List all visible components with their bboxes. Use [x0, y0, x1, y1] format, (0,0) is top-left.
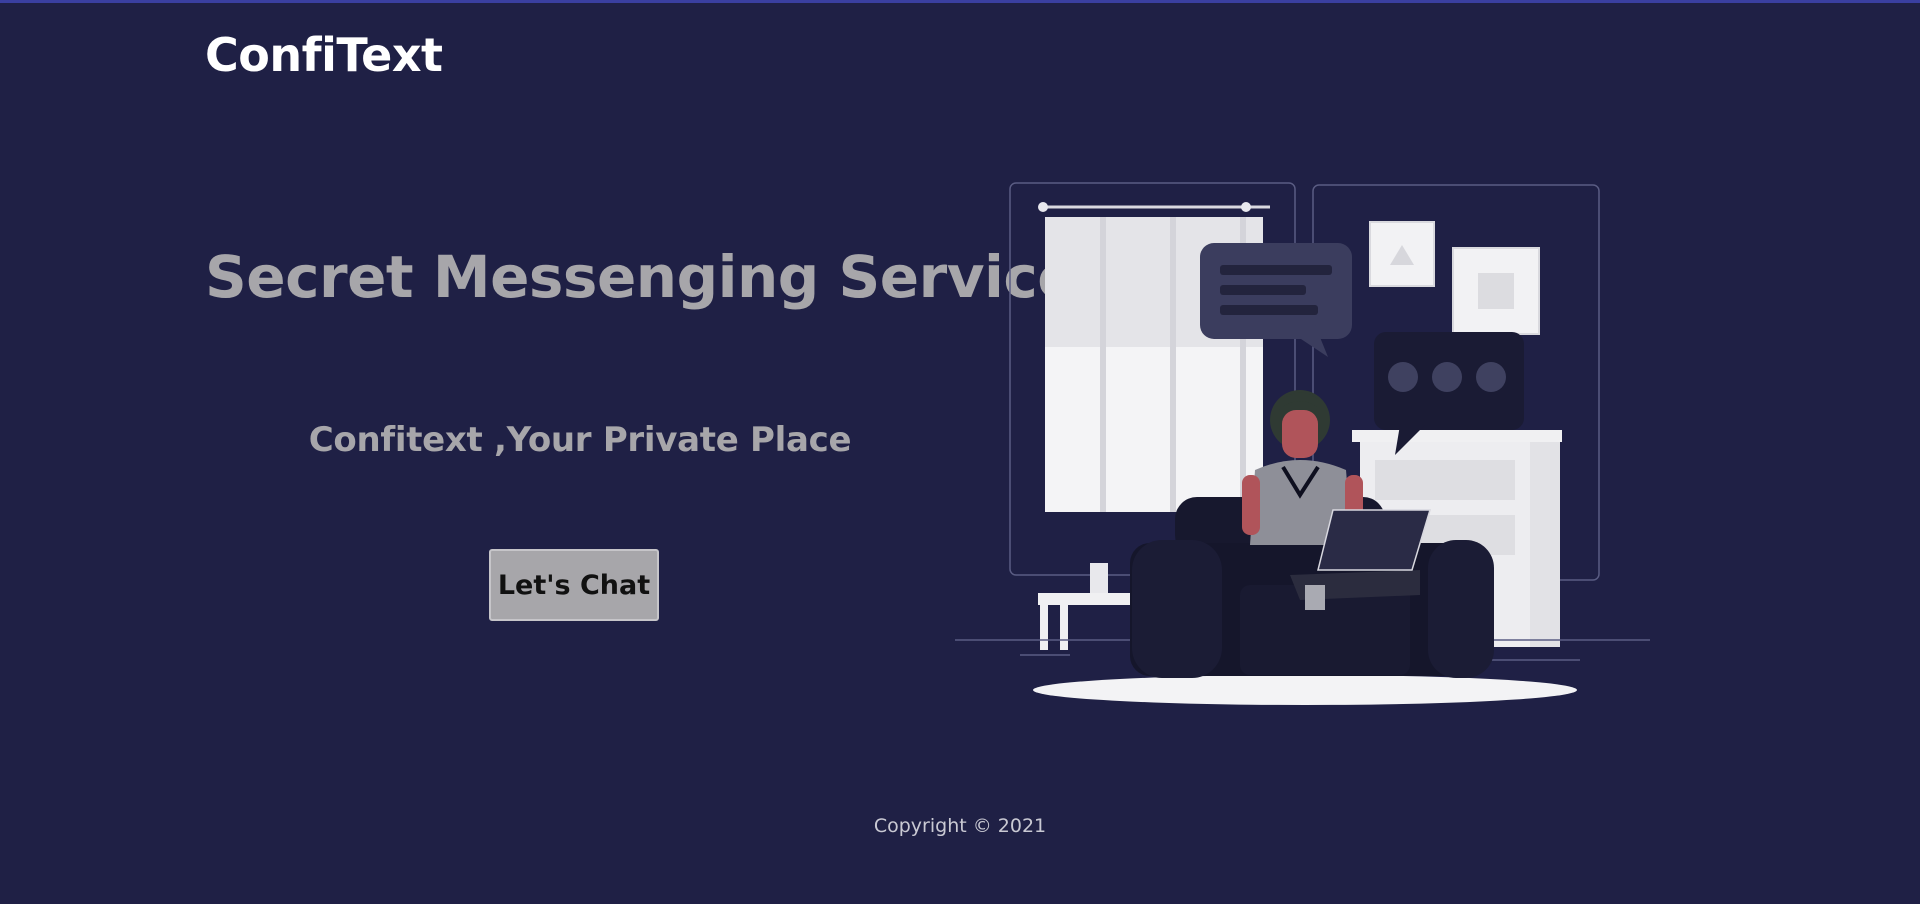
woman-chatting-illustration: [955, 182, 1650, 705]
top-accent-line: [0, 0, 1920, 3]
lets-chat-button[interactable]: Let's Chat: [489, 549, 659, 621]
brand-logo[interactable]: ConfiText: [205, 28, 443, 82]
copyright-footer: Copyright © 2021: [873, 815, 1047, 837]
hero-title: Secret Messenging Service: [205, 243, 1077, 311]
hero-subtitle: Confitext ,Your Private Place: [308, 420, 852, 460]
